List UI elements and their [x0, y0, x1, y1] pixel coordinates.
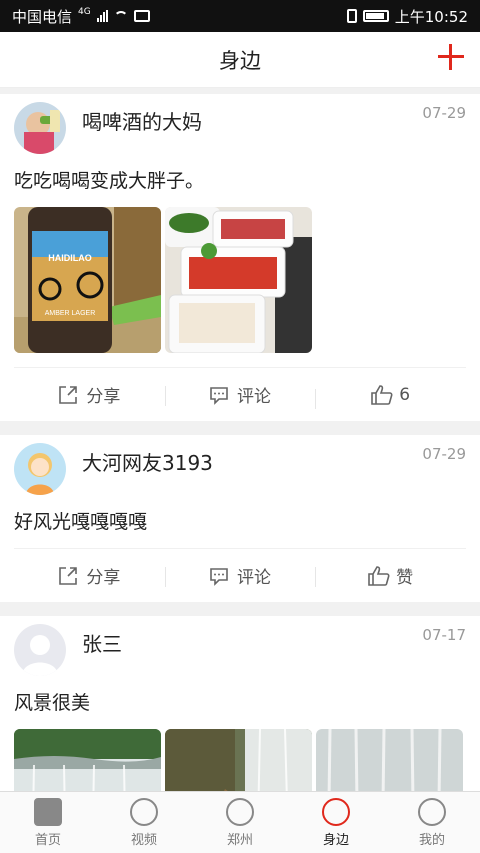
- tab-me[interactable]: 我的: [384, 792, 480, 853]
- username[interactable]: 大河网友3193: [82, 447, 213, 476]
- status-bar: 中国电信 4G 上午10:52: [0, 0, 480, 32]
- avatar[interactable]: [14, 102, 66, 154]
- comment-icon: [209, 385, 229, 405]
- clock: 上午10:52: [394, 7, 468, 26]
- post-date: 07-29: [422, 104, 466, 122]
- bottle-label: HAIDILAO: [48, 253, 92, 263]
- activity-icon: [133, 10, 150, 22]
- wifi-icon: [113, 11, 128, 21]
- thumbs-up-icon: [371, 384, 393, 405]
- plus-icon[interactable]: [438, 44, 464, 70]
- share-label: 分享: [86, 568, 121, 588]
- post-card[interactable]: 大河网友3193 07-29 好风光嘎嘎嘎嘎 分享 评论 赞: [0, 435, 480, 602]
- location-icon: [226, 797, 254, 826]
- avatar[interactable]: [14, 624, 66, 676]
- tab-label: 我的: [418, 832, 445, 848]
- tab-label: 首页: [34, 832, 61, 848]
- divider: [0, 421, 480, 435]
- post-image-meat[interactable]: [165, 207, 312, 353]
- top-nav: 身边: [0, 32, 480, 88]
- tab-home[interactable]: 首页: [0, 792, 96, 853]
- video-icon: [130, 797, 158, 826]
- comment-label: 评论: [237, 568, 271, 588]
- post-card[interactable]: 喝啤酒的大妈 07-29 吃吃喝喝变成大胖子。 HAIDILAO AMBER L…: [0, 94, 480, 421]
- username[interactable]: 张三: [82, 628, 122, 657]
- comment-icon: [209, 566, 229, 586]
- tab-video[interactable]: 视频: [96, 792, 192, 853]
- post-text: 风景很美: [14, 692, 91, 714]
- network-label: 4G: [78, 7, 91, 17]
- page-title: 身边: [219, 48, 261, 73]
- comment-button[interactable]: 评论: [164, 382, 316, 407]
- signal-icon: [96, 10, 108, 22]
- tab-label: 郑州: [226, 832, 253, 848]
- thumbs-up-icon: [368, 565, 390, 586]
- username[interactable]: 喝啤酒的大妈: [82, 106, 202, 135]
- share-icon: [58, 566, 78, 586]
- carrier-label: 中国电信: [12, 7, 73, 26]
- share-button[interactable]: 分享: [14, 563, 165, 588]
- home-icon: [34, 797, 62, 826]
- tab-nearby[interactable]: 身边: [288, 792, 384, 853]
- divider: [0, 602, 480, 616]
- tab-label: 视频: [130, 832, 157, 848]
- compass-icon: [322, 797, 350, 826]
- tab-zhengzhou[interactable]: 郑州: [192, 792, 288, 853]
- bottle-sub-label: AMBER LAGER: [45, 310, 96, 317]
- battery-icon: [362, 10, 389, 22]
- share-icon: [58, 385, 78, 405]
- comment-button[interactable]: 评论: [164, 563, 316, 588]
- share-button[interactable]: 分享: [14, 382, 165, 407]
- like-button[interactable]: 6: [315, 384, 466, 409]
- share-label: 分享: [86, 387, 121, 407]
- bottom-tab-bar: 首页 视频 郑州 身边 我的: [0, 791, 480, 853]
- post-image-beer[interactable]: HAIDILAO AMBER LAGER: [14, 207, 161, 353]
- comment-label: 评论: [237, 387, 271, 407]
- post-date: 07-17: [422, 626, 466, 644]
- avatar[interactable]: [14, 443, 66, 495]
- post-date: 07-29: [422, 445, 466, 463]
- like-label: 赞: [396, 568, 414, 588]
- post-text: 好风光嘎嘎嘎嘎: [14, 511, 148, 533]
- vibrate-icon: [346, 9, 357, 23]
- post-text: 吃吃喝喝变成大胖子。: [14, 170, 205, 192]
- like-button[interactable]: 赞: [315, 563, 466, 588]
- tab-label: 身边: [322, 832, 349, 848]
- user-icon: [418, 797, 446, 826]
- like-count: 6: [399, 384, 411, 405]
